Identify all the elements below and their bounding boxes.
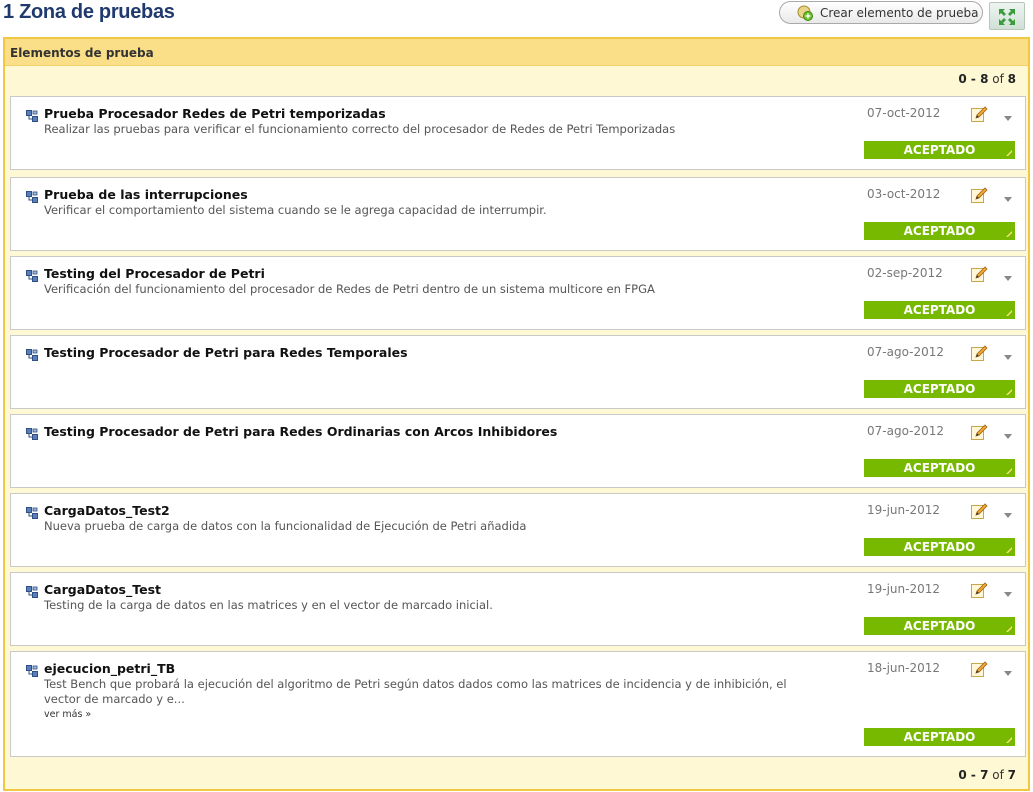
pencil-icon[interactable] xyxy=(970,502,988,520)
panel-header: Elementos de prueba xyxy=(5,39,1028,66)
item-description: Test Bench que probará la ejecución del … xyxy=(44,677,787,706)
item-title[interactable]: ejecucion_petri_TB xyxy=(44,661,175,676)
chevron-down-icon[interactable] xyxy=(1003,584,1013,597)
item-description: Verificar el comportamiento del sistema … xyxy=(44,203,547,217)
corner-indicator-icon xyxy=(1006,303,1012,316)
status-badge[interactable]: ACEPTADO xyxy=(864,728,1015,746)
panel-title: Elementos de prueba xyxy=(10,46,154,60)
tree-structure-icon xyxy=(26,188,38,203)
item-title[interactable]: Prueba de las interrupciones xyxy=(44,187,248,202)
item-date: 07-ago-2012 xyxy=(867,345,945,359)
pager-total: 8 xyxy=(1007,72,1016,86)
item-date: 19-jun-2012 xyxy=(867,582,941,596)
add-circle-icon xyxy=(797,5,813,21)
pencil-icon[interactable] xyxy=(970,660,988,678)
chevron-down-icon[interactable] xyxy=(1003,268,1013,281)
pager-start: 0 xyxy=(958,72,967,86)
item-date: 19-jun-2012 xyxy=(867,503,941,517)
item-title[interactable]: Testing Procesador de Petri para Redes T… xyxy=(44,345,408,360)
pager-start: 0 xyxy=(958,768,967,782)
pencil-icon[interactable] xyxy=(970,423,988,441)
status-badge[interactable]: ACEPTADO xyxy=(864,538,1015,556)
status-label: ACEPTADO xyxy=(903,730,976,744)
status-badge[interactable]: ACEPTADO xyxy=(864,141,1015,159)
page-header: 1 Zona de pruebas Crear elemento de prue… xyxy=(0,0,1033,30)
corner-indicator-icon xyxy=(1006,540,1012,553)
corner-indicator-icon xyxy=(1006,224,1012,237)
chevron-down-icon[interactable] xyxy=(1003,426,1013,439)
status-label: ACEPTADO xyxy=(903,143,976,157)
item-description: Testing de la carga de datos en las matr… xyxy=(44,598,493,612)
item-title[interactable]: Testing del Procesador de Petri xyxy=(44,266,265,281)
corner-indicator-icon xyxy=(1006,382,1012,395)
status-badge[interactable]: ACEPTADO xyxy=(864,301,1015,319)
pager-of: of xyxy=(988,72,1008,86)
list-item: Testing Procesador de Petri para Redes T… xyxy=(10,335,1026,409)
pencil-icon[interactable] xyxy=(970,265,988,283)
item-title[interactable]: Prueba Procesador Redes de Petri tempori… xyxy=(44,106,386,121)
pager-sep: - xyxy=(966,72,981,86)
chevron-down-icon[interactable] xyxy=(1003,505,1013,518)
status-badge[interactable]: ACEPTADO xyxy=(864,617,1015,635)
item-date: 03-oct-2012 xyxy=(867,187,941,201)
item-description: Nueva prueba de carga de datos con la fu… xyxy=(44,519,527,533)
list-item: Prueba de las interrupciones Verificar e… xyxy=(10,177,1026,251)
item-title[interactable]: CargaDatos_Test xyxy=(44,582,161,597)
corner-indicator-icon xyxy=(1006,730,1012,743)
item-title[interactable]: CargaDatos_Test2 xyxy=(44,503,170,518)
pager-sep: - xyxy=(966,768,981,782)
tree-structure-icon xyxy=(26,583,38,598)
tree-structure-icon xyxy=(26,662,38,677)
tree-structure-icon xyxy=(26,346,38,361)
chevron-down-icon[interactable] xyxy=(1003,189,1013,202)
list-item: Testing Procesador de Petri para Redes O… xyxy=(10,414,1026,488)
pager-of: of xyxy=(988,768,1008,782)
tree-structure-icon xyxy=(26,267,38,282)
pencil-icon[interactable] xyxy=(970,105,988,123)
status-badge[interactable]: ACEPTADO xyxy=(864,459,1015,477)
status-label: ACEPTADO xyxy=(903,224,976,238)
status-label: ACEPTADO xyxy=(903,382,976,396)
list-item: CargaDatos_Test2 Nueva prueba de carga d… xyxy=(10,493,1026,567)
create-test-item-label: Crear elemento de prueba xyxy=(820,5,979,20)
status-label: ACEPTADO xyxy=(903,303,976,317)
pager-total: 7 xyxy=(1007,768,1016,782)
pencil-icon[interactable] xyxy=(970,186,988,204)
list-item: Prueba Procesador Redes de Petri tempori… xyxy=(10,96,1026,170)
item-date: 07-oct-2012 xyxy=(867,106,941,120)
tree-structure-icon xyxy=(26,425,38,440)
pencil-icon[interactable] xyxy=(970,344,988,362)
corner-indicator-icon xyxy=(1006,619,1012,632)
chevron-down-icon[interactable] xyxy=(1003,347,1013,360)
status-label: ACEPTADO xyxy=(903,619,976,633)
tree-structure-icon xyxy=(26,107,38,122)
item-description: Verificación del funcionamiento del proc… xyxy=(44,282,655,296)
status-label: ACEPTADO xyxy=(903,540,976,554)
chevron-down-icon[interactable] xyxy=(1003,663,1013,676)
expand-arrows-icon xyxy=(999,9,1015,25)
pencil-icon[interactable] xyxy=(970,581,988,599)
item-description: Realizar las pruebas para verificar el f… xyxy=(44,122,676,136)
list-item: CargaDatos_Test Testing de la carga de d… xyxy=(10,572,1026,646)
list-item: Testing del Procesador de Petri Verifica… xyxy=(10,256,1026,330)
status-badge[interactable]: ACEPTADO xyxy=(864,380,1015,398)
corner-indicator-icon xyxy=(1006,143,1012,156)
item-date: 07-ago-2012 xyxy=(867,424,945,438)
corner-indicator-icon xyxy=(1006,461,1012,474)
page-title: 1 Zona de pruebas xyxy=(3,1,175,23)
item-date: 18-jun-2012 xyxy=(867,661,941,675)
item-date: 02-sep-2012 xyxy=(867,266,943,280)
tree-structure-icon xyxy=(26,504,38,519)
pager-top: 0 - 8 of 8 xyxy=(958,72,1016,86)
test-items-panel: Elementos de prueba 0 - 8 of 8 Prueba Pr… xyxy=(3,37,1030,791)
create-test-item-button[interactable]: Crear elemento de prueba xyxy=(779,1,983,24)
status-badge[interactable]: ACEPTADO xyxy=(864,222,1015,240)
status-label: ACEPTADO xyxy=(903,461,976,475)
see-more-link[interactable]: ver más » xyxy=(44,709,91,720)
list-item: ejecucion_petri_TB Test Bench que probar… xyxy=(10,651,1026,757)
expand-view-button[interactable] xyxy=(989,2,1025,30)
chevron-down-icon[interactable] xyxy=(1003,108,1013,121)
pager-bottom: 0 - 7 of 7 xyxy=(958,768,1016,782)
item-title[interactable]: Testing Procesador de Petri para Redes O… xyxy=(44,424,557,439)
